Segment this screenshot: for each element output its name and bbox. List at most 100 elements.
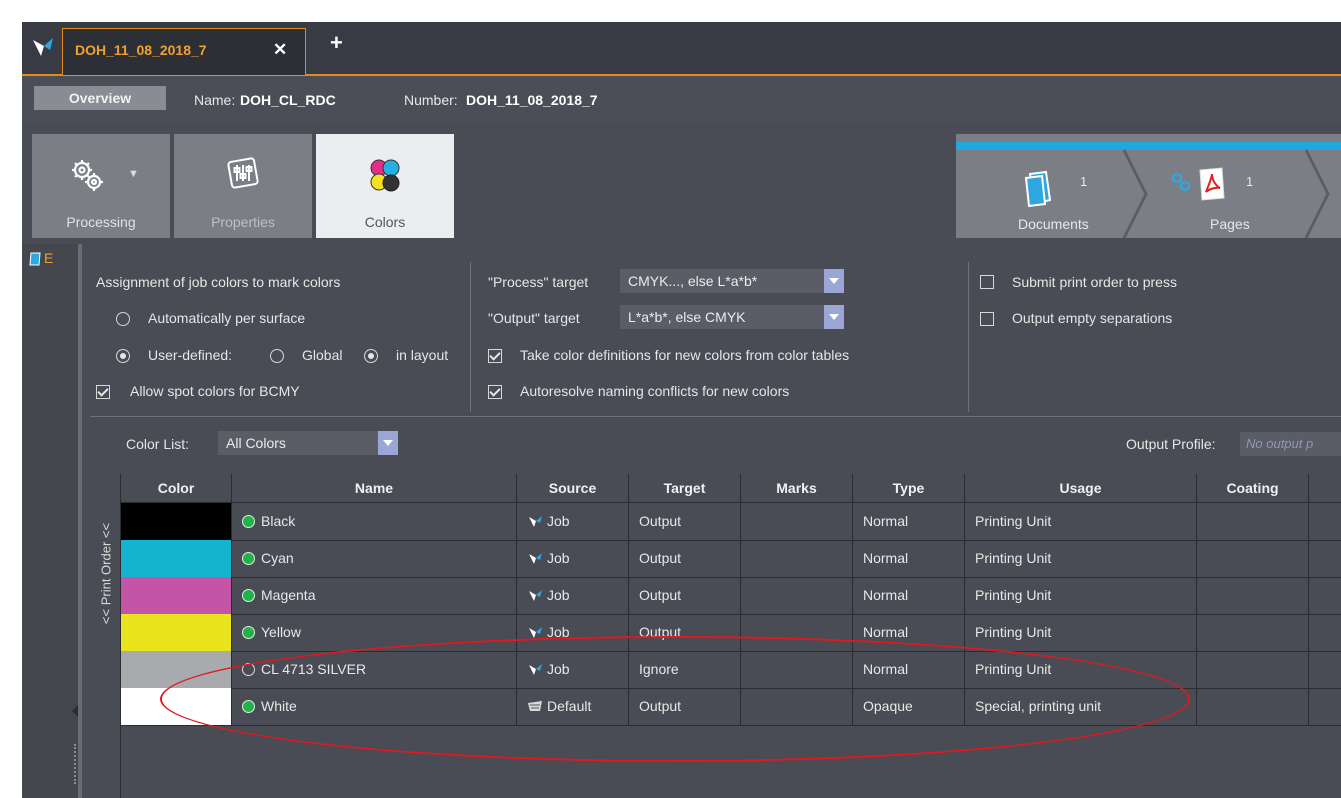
column-header-source[interactable]: Source	[517, 474, 629, 502]
pdf-page-icon[interactable]	[1196, 166, 1228, 202]
color-list-label: Color List:	[126, 436, 190, 452]
cell-source: Job	[517, 651, 629, 688]
gears-icon	[72, 160, 103, 191]
cell-extra	[1309, 651, 1341, 688]
in-layout-radio[interactable]	[364, 349, 378, 363]
chevron-down-icon[interactable]: ▼	[128, 168, 139, 180]
cell-coating	[1197, 688, 1309, 725]
column-header-extra	[1309, 474, 1341, 502]
column-header-type[interactable]: Type	[853, 474, 965, 502]
output-target-select[interactable]: L*a*b*, else CMYK	[620, 305, 844, 329]
color-list-value: All Colors	[226, 435, 286, 451]
overview-button[interactable]: Overview	[34, 86, 166, 110]
status-green-icon	[242, 552, 255, 565]
chevron-down-icon[interactable]	[378, 431, 398, 455]
color-list-select[interactable]: All Colors	[218, 431, 398, 455]
column-header-color[interactable]: Color	[121, 474, 232, 502]
table-row[interactable]: Cyan Job Output Normal Printing Unit	[121, 540, 1341, 578]
properties-label: Properties	[211, 214, 275, 230]
workflow-panel: 1 Documents 1 Pages	[956, 134, 1341, 238]
sidebar-item-label[interactable]: E	[44, 250, 53, 266]
cell-target: Output	[629, 614, 741, 651]
left-sidebar: E	[22, 244, 80, 798]
process-target-select[interactable]: CMYK..., else L*a*b*	[620, 269, 844, 293]
output-empty-separations-checkbox[interactable]	[980, 312, 994, 326]
close-icon[interactable]: ✕	[273, 40, 287, 60]
color-name: Yellow	[261, 624, 301, 640]
status-green-icon	[242, 589, 255, 602]
auto-per-surface-radio[interactable]	[116, 312, 130, 326]
add-tab-button[interactable]: +	[330, 30, 343, 56]
cell-name: Magenta	[232, 577, 517, 614]
properties-module-button[interactable]: Properties	[174, 134, 312, 238]
user-defined-label: User-defined:	[148, 347, 233, 363]
column-header-coating[interactable]: Coating	[1197, 474, 1309, 502]
auto-per-surface-label: Automatically per surface	[148, 310, 306, 326]
documents-label[interactable]: Documents	[1018, 216, 1089, 232]
cell-coating	[1197, 503, 1309, 540]
tab-title: DOH_11_08_2018_7	[75, 42, 207, 58]
cell-extra	[1309, 688, 1341, 725]
pages-label[interactable]: Pages	[1210, 216, 1250, 232]
tab-job[interactable]: DOH_11_08_2018_7 ✕	[62, 28, 306, 75]
cell-name: Black	[232, 503, 517, 540]
name-label: Name:	[194, 92, 236, 108]
allow-spot-checkbox[interactable]	[96, 385, 110, 399]
cell-marks	[741, 614, 853, 651]
cell-usage: Printing Unit	[965, 614, 1197, 651]
default-source-icon	[528, 701, 542, 711]
table-row[interactable]: CL 4713 SILVER Job Ignore Normal Printing Un…	[121, 651, 1341, 689]
cell-marks	[741, 577, 853, 614]
global-radio[interactable]	[270, 349, 284, 363]
cell-extra	[1309, 577, 1341, 614]
cell-coating	[1197, 540, 1309, 577]
autoresolve-label: Autoresolve naming conflicts for new col…	[520, 383, 790, 399]
chevron-down-icon[interactable]	[824, 305, 844, 329]
status-green-icon	[242, 515, 255, 528]
sidebar-divider[interactable]	[78, 244, 82, 798]
chevron-down-icon[interactable]	[824, 269, 844, 293]
job-source-icon	[529, 590, 542, 601]
table-row[interactable]: Yellow Job Output Normal Printing Unit	[121, 614, 1341, 652]
column-header-target[interactable]: Target	[629, 474, 741, 502]
link-icon	[1171, 172, 1191, 192]
documents-icon[interactable]	[1020, 168, 1060, 208]
column-header-name[interactable]: Name	[232, 474, 517, 502]
column-header-usage[interactable]: Usage	[965, 474, 1197, 502]
in-layout-label: in layout	[396, 347, 449, 363]
user-defined-radio[interactable]	[116, 349, 130, 363]
cell-name: Cyan	[232, 540, 517, 577]
table-row[interactable]: Black Job Output Normal Printing Unit	[121, 503, 1341, 541]
assignment-title: Assignment of job colors to mark colors	[96, 274, 341, 290]
global-label: Global	[302, 347, 343, 363]
cell-extra	[1309, 614, 1341, 651]
output-profile-field[interactable]: No output p	[1240, 432, 1341, 456]
cell-usage: Printing Unit	[965, 540, 1197, 577]
colors-module-button[interactable]: Colors	[316, 134, 454, 238]
source-value: Default	[547, 698, 592, 714]
colors-label: Colors	[364, 214, 406, 230]
cell-usage: Printing Unit	[965, 503, 1197, 540]
autoresolve-checkbox[interactable]	[488, 385, 502, 399]
print-order-toggle[interactable]: << Print Order <<	[96, 486, 116, 666]
cell-source: Job	[517, 540, 629, 577]
source-value: Job	[547, 587, 570, 603]
settings-divider-2	[968, 262, 969, 412]
table-row[interactable]: Magenta Job Output Normal Printing Unit	[121, 577, 1341, 615]
workflow-arrows	[1122, 149, 1330, 238]
sliders-icon	[227, 157, 259, 189]
submit-print-order-checkbox[interactable]	[980, 275, 994, 289]
processing-label: Processing	[66, 214, 136, 230]
processing-module-button[interactable]: ▼ Processing	[32, 134, 170, 238]
table-row[interactable]: White Default Output Opaque Special, printin…	[121, 688, 1341, 726]
output-target-value: L*a*b*, else CMYK	[628, 309, 746, 325]
color-swatch	[121, 614, 232, 651]
column-header-marks[interactable]: Marks	[741, 474, 853, 502]
cell-name: White	[232, 688, 517, 725]
print-order-label: << Print Order <<	[98, 522, 114, 625]
cell-coating	[1197, 614, 1309, 651]
take-color-defs-checkbox[interactable]	[488, 349, 502, 363]
sheet-icon[interactable]	[28, 252, 42, 266]
color-name: CL 4713 SILVER	[261, 661, 367, 677]
color-name: Black	[261, 513, 296, 529]
